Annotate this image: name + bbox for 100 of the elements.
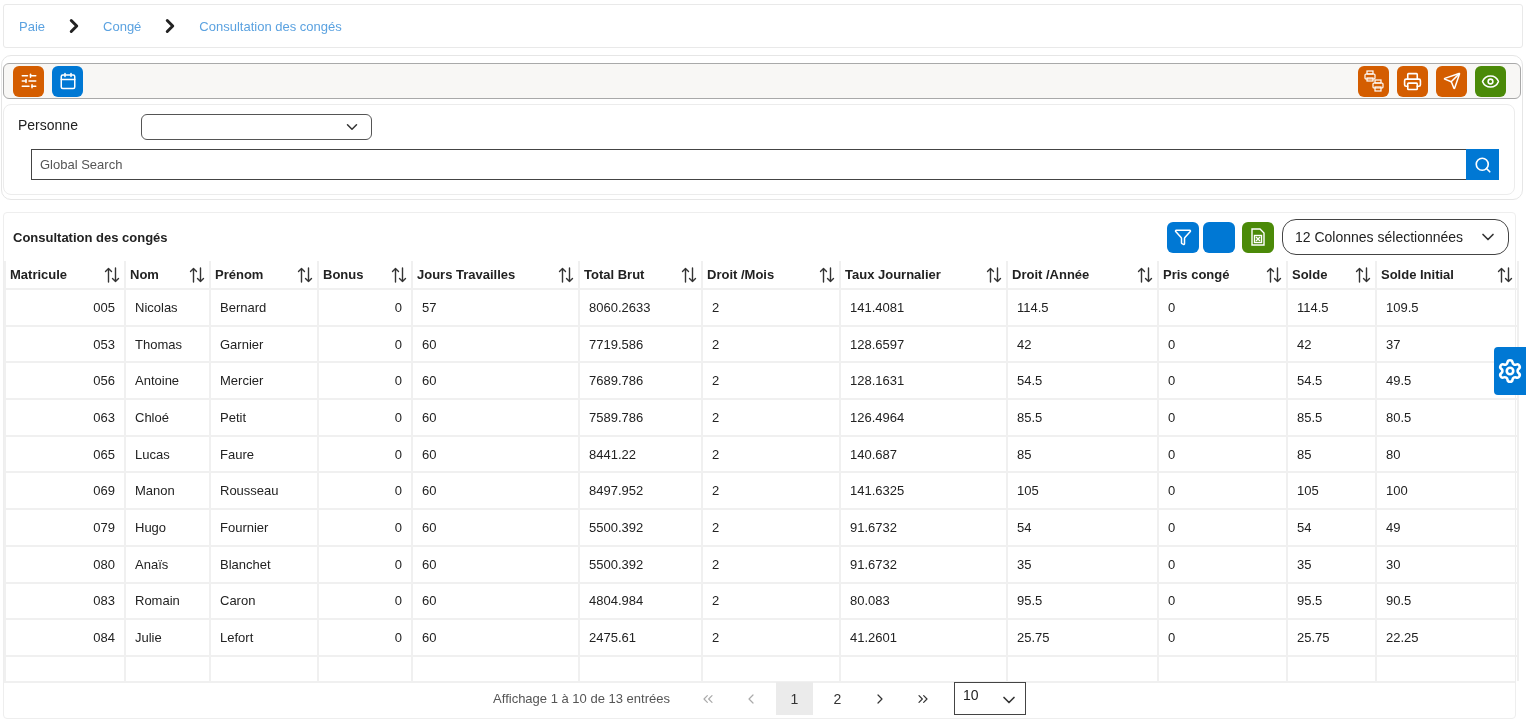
page-size-select[interactable]: 10 <box>953 682 1026 716</box>
file-x-icon <box>1251 228 1265 246</box>
calendar-icon <box>58 72 77 90</box>
sort-icon[interactable] <box>104 266 120 283</box>
person-select[interactable] <box>141 114 372 140</box>
table-cell: Nicolas <box>125 289 210 326</box>
table-cell: Bernard <box>210 289 318 326</box>
table-cell: 128.1631 <box>840 362 1007 400</box>
table-cell: 95.5 <box>1007 582 1158 620</box>
column-picker[interactable]: 12 Colonnes sélectionnées <box>1282 219 1509 255</box>
table-cell: 056 <box>5 362 125 400</box>
table-cell: 8497.952 <box>579 472 702 510</box>
settings-button[interactable] <box>1494 347 1526 395</box>
sort-icon[interactable] <box>391 266 407 283</box>
filter-button[interactable] <box>1167 221 1199 253</box>
settings-sliders-button[interactable] <box>13 65 44 97</box>
sort-icon[interactable] <box>297 266 313 283</box>
table-cell: 109.5 <box>1376 289 1518 326</box>
send-button[interactable] <box>1436 65 1467 97</box>
table-cell: 0 <box>1158 472 1287 510</box>
search-field[interactable]: Global Search <box>31 149 1466 180</box>
sort-icon[interactable] <box>819 266 835 283</box>
column-header[interactable]: Total Brut <box>579 261 702 289</box>
table-cell: Petit <box>210 399 318 436</box>
table-cell: 0 <box>318 472 412 510</box>
sort-icon[interactable] <box>1497 266 1513 283</box>
table-cell: 85 <box>1007 435 1158 473</box>
table-cell: Manon <box>125 472 210 510</box>
table-cell: 0 <box>1158 435 1287 473</box>
table-cell: 35 <box>1287 545 1376 583</box>
table-cell: 0 <box>318 582 412 620</box>
table-cell: 128.6597 <box>840 325 1007 363</box>
table-cell: 0 <box>1158 289 1287 326</box>
table-cell: 2 <box>702 289 840 326</box>
table-cell: Chloé <box>125 399 210 436</box>
settings-icon <box>1497 358 1523 384</box>
table-cell: 2 <box>702 435 840 473</box>
sort-icon[interactable] <box>558 266 574 283</box>
table-cell: 85 <box>1287 435 1376 473</box>
table-cell: 8441.22 <box>579 435 702 473</box>
table-cell: 079 <box>5 509 125 546</box>
table-cell: 22.25 <box>1376 619 1518 656</box>
column-header[interactable]: Matricule <box>5 261 125 289</box>
column-header[interactable]: Jours Travailles <box>412 261 579 289</box>
table-cell: 35 <box>1007 545 1158 583</box>
print-all-button[interactable] <box>1358 65 1389 97</box>
table-cell: Romain <box>125 582 210 620</box>
column-header[interactable]: Taux Journalier <box>840 261 1007 289</box>
sort-icon[interactable] <box>1355 266 1371 283</box>
table-cell: 85.5 <box>1007 399 1158 436</box>
table-cell: 2 <box>702 472 840 510</box>
column-header[interactable]: Pris congé <box>1158 261 1287 289</box>
filter-icon <box>1174 228 1192 246</box>
plain-action-button[interactable] <box>1203 221 1235 253</box>
column-header[interactable]: Droit /Mois <box>702 261 840 289</box>
column-header[interactable]: Solde <box>1287 261 1376 289</box>
print-button[interactable] <box>1397 65 1428 97</box>
table-cell: 25.75 <box>1007 619 1158 656</box>
page-button[interactable]: 2 <box>818 682 856 716</box>
table-cell: 0 <box>318 289 412 326</box>
table-cell: 2475.61 <box>579 619 702 656</box>
sort-icon[interactable] <box>1137 266 1153 283</box>
table-cell: 141.4081 <box>840 289 1007 326</box>
sort-icon[interactable] <box>681 266 697 283</box>
table-cell: 54.5 <box>1287 362 1376 400</box>
column-header[interactable]: Nom <box>125 261 210 289</box>
column-header[interactable]: Prénom <box>210 261 318 289</box>
sort-icon[interactable] <box>986 266 1002 283</box>
table-cell: 2 <box>702 582 840 620</box>
table-cell: Garnier <box>210 325 318 363</box>
table-cell: 053 <box>5 325 125 363</box>
table-cell: Thomas <box>125 325 210 363</box>
table-cell: Lefort <box>210 619 318 656</box>
calendar-button[interactable] <box>52 65 83 97</box>
view-button[interactable] <box>1475 65 1506 97</box>
search-icon <box>1473 155 1492 174</box>
table-cell: 0 <box>1158 582 1287 620</box>
table-cell: 80.5 <box>1376 399 1518 436</box>
search-button[interactable] <box>1466 149 1499 180</box>
table-cell: 54 <box>1287 509 1376 546</box>
column-header[interactable]: Bonus <box>318 261 412 289</box>
page-button[interactable]: 1 <box>775 682 813 716</box>
table-cell: 114.5 <box>1287 289 1376 326</box>
table-cell: 0 <box>1158 619 1287 656</box>
table-cell: 2 <box>702 545 840 583</box>
table-cell: Fournier <box>210 509 318 546</box>
table-cell: 0 <box>318 619 412 656</box>
column-header[interactable]: Droit /Année <box>1007 261 1158 289</box>
table-cell: Anaïs <box>125 545 210 583</box>
table-cell: 2 <box>702 325 840 363</box>
column-header[interactable]: Solde Initial <box>1376 261 1518 289</box>
table-cell: 5500.392 <box>579 545 702 583</box>
table-cell: 60 <box>412 545 579 583</box>
table-title: Consultation des congés <box>13 229 168 245</box>
table-cell: 0 <box>1158 399 1287 436</box>
sort-icon[interactable] <box>189 266 205 283</box>
table-cell: 42 <box>1287 325 1376 363</box>
export-button[interactable] <box>1242 221 1274 253</box>
table-cell: Faure <box>210 435 318 473</box>
sort-icon[interactable] <box>1266 266 1282 283</box>
